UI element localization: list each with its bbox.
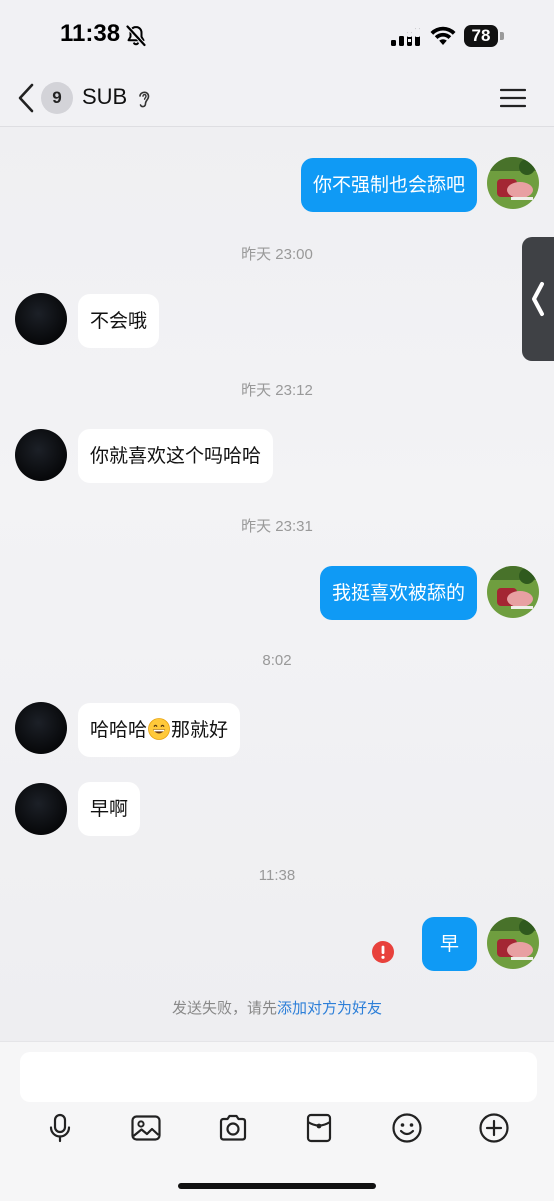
status-bar: 11:38 78 xyxy=(0,0,554,72)
message-text: 那就好 xyxy=(171,719,229,741)
send-failed-icon[interactable] xyxy=(372,941,394,963)
grinning-face-emoji xyxy=(148,717,170,740)
chat-header: 9 SUB xyxy=(0,72,554,127)
unread-count-badge[interactable]: 9 xyxy=(41,82,73,114)
signal-icon xyxy=(391,28,420,46)
timestamp: 昨天 23:12 xyxy=(241,382,313,399)
contact-avatar[interactable] xyxy=(15,783,67,835)
contact-avatar[interactable] xyxy=(15,293,67,345)
hamburger-menu-icon[interactable] xyxy=(500,86,526,110)
bell-slash-icon xyxy=(126,25,146,47)
incoming-message-bubble[interactable]: 哈哈哈 那就好 xyxy=(78,703,241,757)
outgoing-message-bubble[interactable]: 你不强制也会舔吧 xyxy=(300,158,477,212)
message-input[interactable] xyxy=(20,1052,537,1102)
self-avatar[interactable] xyxy=(487,157,539,209)
message-text: 哈哈哈 xyxy=(90,719,148,741)
ear-icon[interactable] xyxy=(136,88,152,110)
timestamp: 昨天 23:00 xyxy=(241,246,313,263)
image-icon[interactable] xyxy=(130,1112,162,1144)
contact-name[interactable]: SUB xyxy=(82,84,127,110)
chevron-left-icon xyxy=(532,282,544,316)
fail-notice-text: 发送失败，请先 xyxy=(171,999,277,1017)
microphone-icon[interactable] xyxy=(44,1112,76,1144)
message-list[interactable]: 你不强制也会舔吧 昨天 23:00 不会哦 昨天 23:12 你就喜欢这个吗哈哈… xyxy=(0,127,554,1041)
status-time: 11:38 xyxy=(60,20,121,47)
incoming-message-bubble[interactable]: 早啊 xyxy=(78,782,141,836)
plus-icon[interactable] xyxy=(478,1112,510,1144)
contact-avatar[interactable] xyxy=(15,702,67,754)
add-friend-link[interactable]: 添加对方为好友 xyxy=(277,999,382,1017)
chevron-left-icon[interactable] xyxy=(12,80,42,116)
contact-avatar[interactable] xyxy=(15,429,67,481)
timestamp: 昨天 23:31 xyxy=(241,518,313,535)
timestamp: 11:38 xyxy=(258,867,296,884)
emoji-icon[interactable] xyxy=(391,1112,423,1144)
incoming-message-bubble[interactable]: 不会哦 xyxy=(78,294,160,348)
battery-cap xyxy=(500,32,504,40)
outgoing-message-bubble[interactable]: 我挺喜欢被舔的 xyxy=(319,566,477,620)
self-avatar[interactable] xyxy=(487,917,539,969)
send-failed-notice: 发送失败，请先添加对方为好友 xyxy=(0,997,554,1018)
home-indicator[interactable] xyxy=(178,1183,376,1189)
wifi-icon xyxy=(430,26,456,45)
side-panel-handle[interactable] xyxy=(522,237,554,361)
incoming-message-bubble[interactable]: 你就喜欢这个吗哈哈 xyxy=(78,429,274,483)
self-avatar[interactable] xyxy=(487,566,539,618)
camera-icon[interactable] xyxy=(217,1112,249,1144)
outgoing-message-bubble[interactable]: 早 xyxy=(421,917,477,971)
timestamp: 8:02 xyxy=(262,652,292,669)
battery-icon: 78 xyxy=(464,25,498,47)
red-packet-icon[interactable] xyxy=(303,1112,335,1144)
composer xyxy=(0,1041,554,1201)
